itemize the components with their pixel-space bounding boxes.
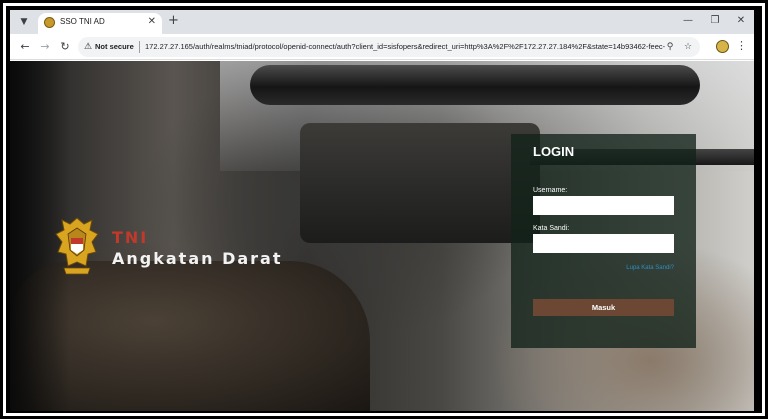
username-label: Username:: [533, 187, 568, 194]
arrow-right-icon[interactable]: →: [38, 40, 52, 54]
browser-toolbar: ← → ↻ ⚠ Not secure 172.27.27.165/auth/re…: [10, 34, 754, 60]
tni-ad-emblem-icon: [55, 217, 99, 275]
minimize-icon[interactable]: —: [680, 14, 696, 28]
warning-triangle-icon: ⚠: [84, 42, 93, 52]
chevron-down-icon[interactable]: ▼: [16, 15, 32, 29]
tab-title: SSO TNI AD: [60, 17, 105, 26]
login-panel: LOGIN Username: Kata Sandi: Lupa Kata Sa…: [511, 134, 696, 348]
brand-tni: TNI: [112, 228, 149, 247]
close-icon[interactable]: ✕: [148, 16, 156, 27]
tab-sso-tni-ad[interactable]: SSO TNI AD ✕: [38, 13, 162, 34]
security-chip[interactable]: Not secure: [95, 41, 134, 53]
extension-icon[interactable]: [716, 40, 729, 53]
password-input[interactable]: [533, 234, 674, 253]
key-icon[interactable]: ⚲: [664, 41, 676, 53]
address-bar[interactable]: ⚠ Not secure 172.27.27.165/auth/realms/t…: [78, 37, 700, 57]
page-background: TNI Angkatan Darat LOGIN Username: Kata …: [10, 61, 754, 411]
forgot-password-link[interactable]: Lupa Kata Sandi?: [626, 264, 674, 272]
brand-angkatan-darat: Angkatan Darat: [112, 249, 283, 268]
plus-icon[interactable]: +: [168, 14, 179, 28]
browser-window: ▼ SSO TNI AD ✕ + — ❐ ✕ ← → ↻ ⚠ Not secur…: [10, 10, 754, 411]
url-text[interactable]: 172.27.27.165/auth/realms/tniad/protocol…: [145, 41, 665, 53]
kebab-menu-icon[interactable]: ⋮: [736, 39, 747, 53]
restore-icon[interactable]: ❐: [707, 14, 723, 28]
username-input[interactable]: [533, 196, 674, 215]
tab-strip: ▼ SSO TNI AD ✕ + — ❐ ✕: [10, 10, 754, 34]
password-label: Kata Sandi:: [533, 225, 570, 232]
reload-icon[interactable]: ↻: [58, 40, 72, 54]
login-submit-button[interactable]: Masuk: [533, 299, 674, 316]
star-icon[interactable]: ☆: [682, 41, 694, 53]
close-window-icon[interactable]: ✕: [733, 14, 749, 28]
background-rifle-body: [300, 123, 540, 243]
background-rifle-scope: [250, 65, 700, 105]
login-title: LOGIN: [533, 144, 575, 159]
chip-divider: [139, 41, 140, 53]
arrow-left-icon[interactable]: ←: [18, 40, 32, 54]
favicon-icon: [44, 17, 55, 28]
